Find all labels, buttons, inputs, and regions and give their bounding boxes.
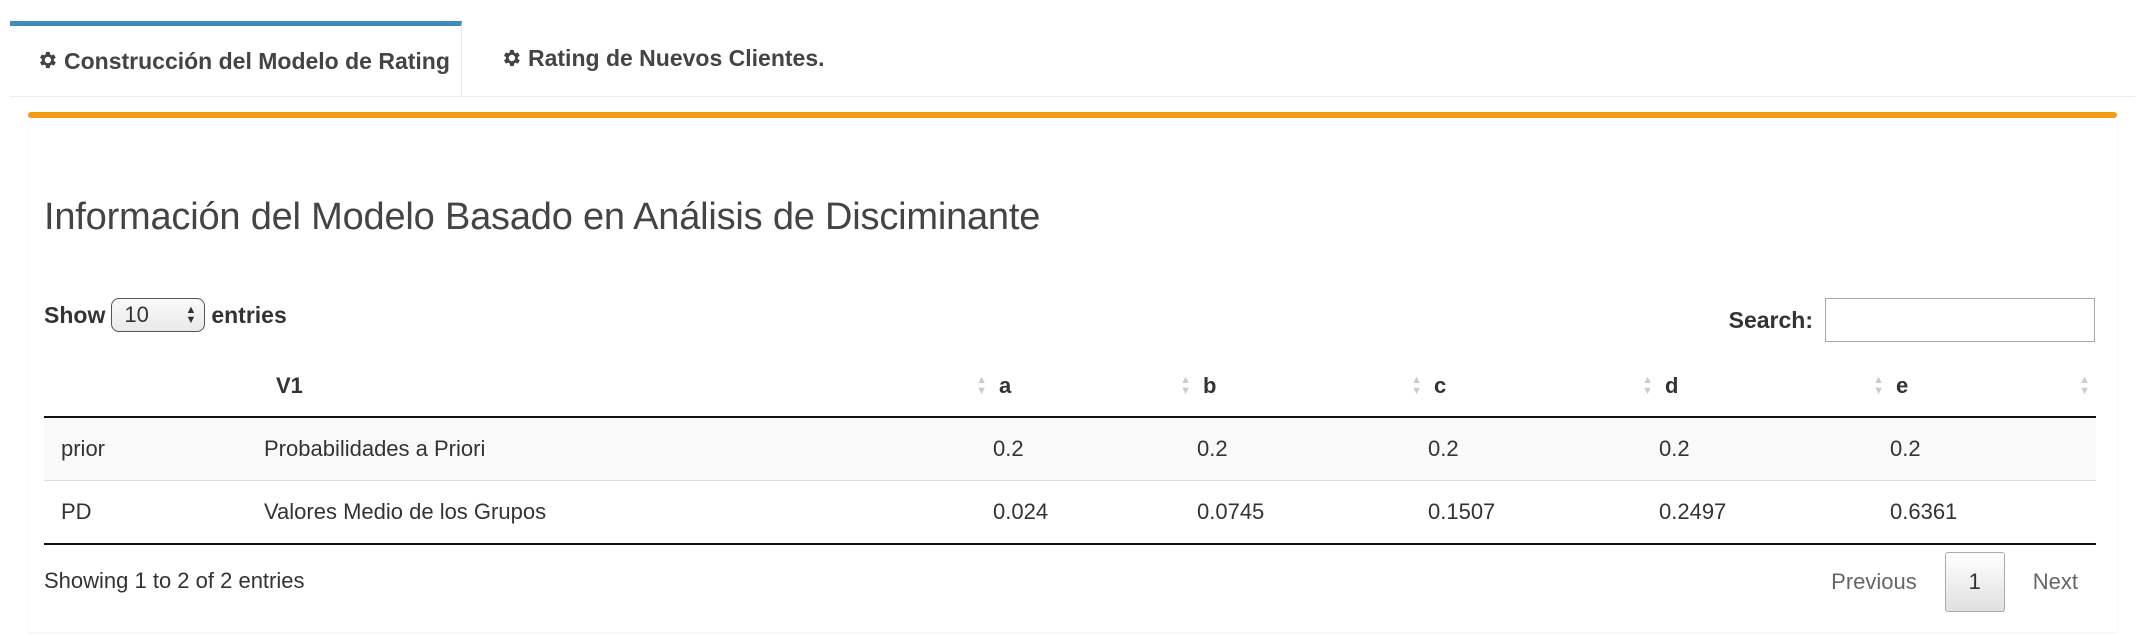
table-cell: 0.2497 bbox=[1659, 480, 1890, 545]
table-cell: 0.2 bbox=[1659, 417, 1890, 481]
previous-button[interactable]: Previous bbox=[1813, 569, 1935, 595]
select-arrows-icon: ▲ ▼ bbox=[185, 304, 197, 326]
table-cell: 0.0745 bbox=[1197, 480, 1428, 545]
gear-icon bbox=[500, 47, 524, 71]
table-cell: 0.024 bbox=[993, 480, 1197, 545]
tab-construccion-modelo[interactable]: Construcción del Modelo de Rating bbox=[10, 21, 462, 96]
column-header-c[interactable]: c ▲ ▼ bbox=[1428, 356, 1659, 418]
page-length-select[interactable]: 10 ▲ ▼ bbox=[111, 298, 206, 332]
search-input[interactable] bbox=[1825, 298, 2095, 342]
sort-icon: ▲ ▼ bbox=[2079, 374, 2090, 397]
tab-label: Rating de Nuevos Clientes. bbox=[528, 45, 825, 71]
table-cell: 0.2 bbox=[1197, 417, 1428, 481]
sort-icon: ▲ ▼ bbox=[1411, 374, 1422, 397]
table-row[interactable]: prior Probabilidades a Priori 0.2 0.2 0.… bbox=[44, 417, 2096, 481]
table-cell: 0.2 bbox=[1428, 417, 1659, 481]
pagination: Previous 1 Next bbox=[1813, 552, 2096, 612]
column-header-rowname[interactable] bbox=[44, 356, 254, 418]
table-cell: 0.6361 bbox=[1890, 480, 2096, 545]
data-table: V1 ▲ ▼ a ▲ ▼ b ▲ ▼ c ▲ ▼ d ▲ ▼ e ▲ ▼ pri… bbox=[44, 356, 2096, 545]
sort-icon: ▲ ▼ bbox=[1642, 374, 1653, 397]
sort-icon: ▲ ▼ bbox=[976, 374, 987, 397]
sort-icon: ▲ ▼ bbox=[1180, 374, 1191, 397]
tab-rating-nuevos-clientes[interactable]: Rating de Nuevos Clientes. bbox=[462, 21, 825, 96]
entries-label: entries bbox=[211, 301, 287, 328]
table-cell: PD bbox=[44, 480, 254, 545]
table-info: Showing 1 to 2 of 2 entries bbox=[44, 568, 305, 593]
table-cell: 0.1507 bbox=[1428, 480, 1659, 545]
table-cell: 0.2 bbox=[1890, 417, 2096, 481]
panel-title: Información del Modelo Basado en Análisi… bbox=[44, 196, 1041, 238]
column-header-e[interactable]: e ▲ ▼ bbox=[1890, 356, 2096, 418]
table-cell: prior bbox=[44, 417, 254, 481]
page-length-value: 10 bbox=[124, 302, 149, 327]
sort-icon: ▲ ▼ bbox=[1873, 374, 1884, 397]
column-header-a[interactable]: a ▲ ▼ bbox=[993, 356, 1197, 418]
search-control: Search: bbox=[1729, 298, 2095, 342]
table-cell: 0.2 bbox=[993, 417, 1197, 481]
table-row[interactable]: PD Valores Medio de los Grupos 0.024 0.0… bbox=[44, 480, 2096, 545]
column-header-d[interactable]: d ▲ ▼ bbox=[1659, 356, 1890, 418]
page-length-control: Show 10 ▲ ▼ entries bbox=[44, 298, 287, 332]
table-header-row: V1 ▲ ▼ a ▲ ▼ b ▲ ▼ c ▲ ▼ d ▲ ▼ e ▲ ▼ bbox=[44, 356, 2096, 418]
tab-bar: Construcción del Modelo de Rating Rating… bbox=[10, 21, 2135, 97]
table-cell: Valores Medio de los Grupos bbox=[254, 480, 993, 545]
search-label: Search: bbox=[1728, 306, 1813, 333]
show-label: Show bbox=[44, 301, 106, 328]
column-header-b[interactable]: b ▲ ▼ bbox=[1197, 356, 1428, 418]
tab-label: Construcción del Modelo de Rating bbox=[64, 47, 450, 74]
table-cell: Probabilidades a Priori bbox=[254, 417, 993, 481]
column-header-v1[interactable]: V1 ▲ ▼ bbox=[254, 356, 993, 418]
gear-icon bbox=[36, 49, 60, 73]
page-button-current[interactable]: 1 bbox=[1944, 552, 2005, 612]
next-button[interactable]: Next bbox=[2015, 569, 2096, 595]
